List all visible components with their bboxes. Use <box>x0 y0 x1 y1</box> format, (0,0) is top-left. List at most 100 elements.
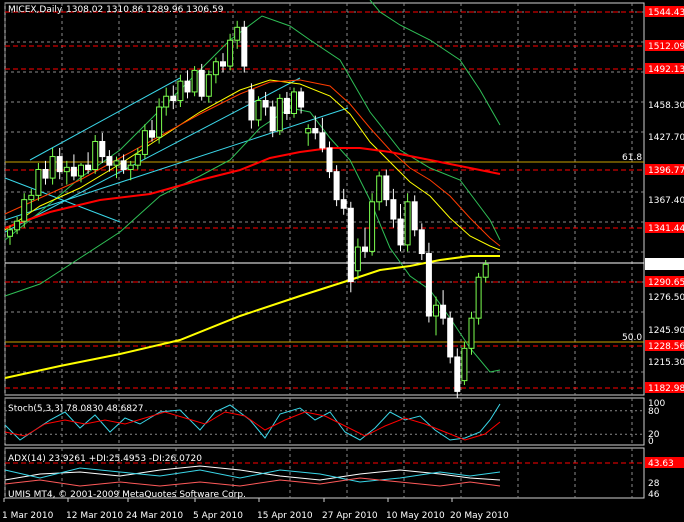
candle <box>404 201 411 246</box>
candle <box>255 100 262 121</box>
candle <box>354 246 361 272</box>
price-axis-label: 1215.30 <box>648 358 684 368</box>
candle <box>49 156 56 179</box>
candle <box>333 171 340 201</box>
level-tag-label: 1290.65 <box>648 278 684 288</box>
candle <box>276 97 283 132</box>
candle <box>397 218 404 246</box>
candle <box>85 164 92 170</box>
candle <box>198 69 205 97</box>
level-tag-label: 1228.56 <box>648 342 684 352</box>
chart-ohlc: 1308.02 1310.86 1289.96 1306.59 <box>66 5 224 15</box>
candle <box>21 199 28 222</box>
price-axis-label: 1427.70 <box>648 133 684 143</box>
candle <box>14 220 21 231</box>
candle <box>305 128 312 134</box>
candle <box>170 95 177 102</box>
price-chart[interactable]: 61.8 50.0 MICEX,Daily 1308.02 1310.86 1289.… <box>0 0 684 522</box>
date-axis-label: 10 May 2010 <box>386 511 445 521</box>
fib-label-50: 50.0 <box>622 333 642 343</box>
stoch-label: Stoch(5,3,3) 78.0830 48.6827 <box>8 404 143 414</box>
candle <box>383 175 390 201</box>
candle <box>291 91 297 114</box>
candle <box>390 199 397 220</box>
candle <box>475 276 482 319</box>
adx-scale: 28 <box>648 479 660 489</box>
candle <box>42 168 49 179</box>
adx-scale: 46 <box>648 490 660 500</box>
candle <box>269 106 276 132</box>
candle <box>461 347 468 382</box>
copyright-text: UMIS MT4, © 2001-2009 MetaQuotes Softwar… <box>8 490 246 500</box>
candle <box>99 140 106 158</box>
candle <box>262 100 269 108</box>
price-axis-label: 1458.30 <box>648 101 684 111</box>
price-axis-label: 1367.40 <box>648 196 684 206</box>
chart-background <box>0 0 684 522</box>
candle <box>184 80 191 93</box>
candle <box>248 89 255 121</box>
candle <box>78 164 84 177</box>
date-axis-label: 24 Mar 2010 <box>126 511 183 521</box>
date-axis-label: 20 May 2010 <box>450 511 509 521</box>
date-axis-label: 1 Mar 2010 <box>2 511 54 521</box>
candle <box>362 246 368 252</box>
candle <box>149 130 155 138</box>
candle <box>447 317 454 358</box>
date-axis-label: 27 Apr 2010 <box>322 511 378 521</box>
candle <box>298 91 305 108</box>
candle <box>347 207 354 283</box>
fib-label-61: 61.8 <box>622 153 642 163</box>
candle <box>340 199 347 209</box>
candle <box>7 229 13 237</box>
candle <box>283 97 290 114</box>
candle <box>156 106 163 138</box>
candle <box>369 201 376 252</box>
candle <box>163 95 170 108</box>
candle <box>56 156 63 173</box>
level-tag-label: 1492.13 <box>648 65 684 75</box>
level-tag-label: 1341.44 <box>648 224 684 234</box>
chart-symbol: MICEX,Daily <box>8 5 63 15</box>
candle <box>120 160 127 170</box>
candle <box>70 166 77 177</box>
candle <box>127 164 134 170</box>
candle <box>191 69 198 93</box>
candle <box>376 175 383 203</box>
candle <box>113 160 120 166</box>
candle <box>220 61 226 67</box>
candle <box>134 153 141 166</box>
candle <box>35 168 42 196</box>
date-axis-label: 15 Apr 2010 <box>257 511 313 521</box>
level-tag-label: 1512.09 <box>648 42 684 52</box>
candle <box>106 156 113 166</box>
candle <box>440 304 447 319</box>
date-axis-label: 12 Mar 2010 <box>66 511 123 521</box>
current-price-label: 1306.59 <box>648 261 684 271</box>
candle <box>433 304 439 317</box>
level-tag-label: 1396.77 <box>648 166 684 176</box>
stoch-scale: 80 <box>648 407 660 417</box>
date-axis-label: 5 Apr 2010 <box>193 511 243 521</box>
candle <box>468 317 475 349</box>
candle <box>212 61 219 76</box>
candle <box>241 26 248 67</box>
price-axis-label: 1276.50 <box>648 293 684 303</box>
price-axis-label: 1245.90 <box>648 326 684 336</box>
candle <box>319 132 326 149</box>
candle <box>418 229 425 255</box>
stoch-scale: 0 <box>648 437 654 447</box>
candle <box>63 166 70 173</box>
candle <box>411 201 418 231</box>
level-tag-label: 1544.43 <box>648 8 684 18</box>
candle <box>312 128 319 134</box>
candle <box>205 74 212 97</box>
level-tag-label: 1182.98 <box>648 384 684 394</box>
candle <box>425 253 432 317</box>
candle <box>227 39 234 67</box>
candle <box>326 147 333 173</box>
candle <box>28 194 35 201</box>
candle <box>482 263 489 278</box>
candle <box>454 356 461 392</box>
candle <box>234 26 241 41</box>
